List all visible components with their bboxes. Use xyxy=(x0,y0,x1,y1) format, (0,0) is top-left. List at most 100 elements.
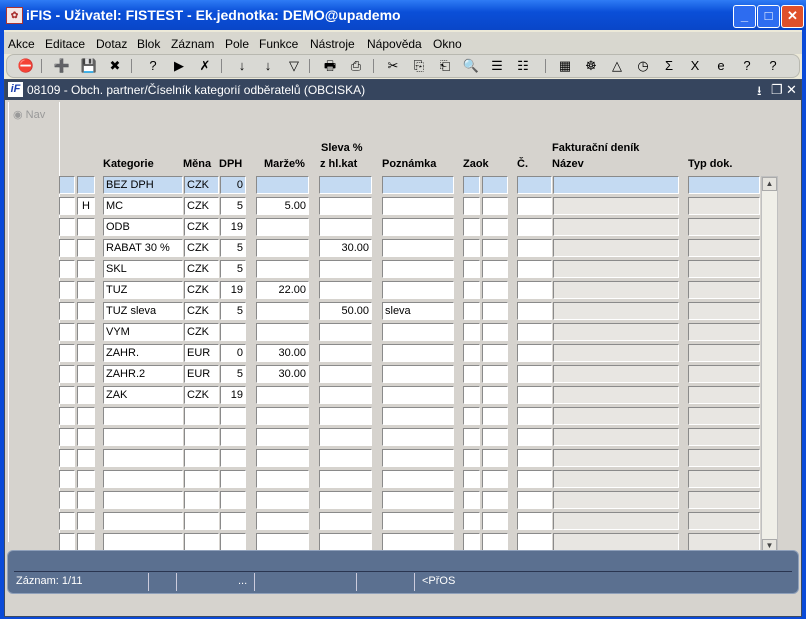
cell-c[interactable] xyxy=(517,407,552,425)
cell-nazev[interactable] xyxy=(553,260,679,278)
cell-zaok2[interactable] xyxy=(482,365,508,383)
cell-c[interactable] xyxy=(517,197,552,215)
cell-f1[interactable] xyxy=(59,386,75,404)
cell-dph[interactable]: 19 xyxy=(220,281,246,299)
cell-mena[interactable]: CZK xyxy=(184,386,219,404)
cell-zaok[interactable] xyxy=(463,365,480,383)
cell-kategorie[interactable]: RABAT 30 % xyxy=(103,239,183,257)
cell-poznamka[interactable] xyxy=(382,512,454,530)
cell-marze[interactable] xyxy=(256,302,309,320)
cell-sleva[interactable] xyxy=(319,386,372,404)
cell-c[interactable] xyxy=(517,281,552,299)
cell-f2[interactable] xyxy=(77,533,95,551)
sort-asc-icon[interactable]: ↓ xyxy=(233,57,251,75)
cell-marze[interactable] xyxy=(256,491,309,509)
cell-zaok[interactable] xyxy=(463,470,480,488)
cell-poznamka[interactable] xyxy=(382,428,454,446)
cell-dph[interactable]: 5 xyxy=(220,365,246,383)
cell-dph[interactable]: 5 xyxy=(220,239,246,257)
context-help-icon[interactable]: ? xyxy=(764,57,782,75)
clock-icon[interactable]: ◷ xyxy=(634,57,652,75)
cell-f2[interactable] xyxy=(77,323,95,341)
cell-f1[interactable] xyxy=(59,449,75,467)
cell-kategorie[interactable]: ZAK xyxy=(103,386,183,404)
cell-f2[interactable] xyxy=(77,428,95,446)
cell-zaok[interactable] xyxy=(463,449,480,467)
cell-marze[interactable] xyxy=(256,428,309,446)
cell-nazev[interactable] xyxy=(553,344,679,362)
scroll-up-icon[interactable]: ▲ xyxy=(762,177,777,191)
cell-mena[interactable]: CZK xyxy=(184,197,219,215)
cell-typ[interactable] xyxy=(688,428,760,446)
menu-1[interactable]: Editace xyxy=(45,37,85,51)
cell-poznamka[interactable] xyxy=(382,281,454,299)
find-icon[interactable]: 🔍 xyxy=(462,57,480,75)
cell-typ[interactable] xyxy=(688,407,760,425)
cell-zaok[interactable] xyxy=(463,197,480,215)
cell-dph[interactable]: 19 xyxy=(220,386,246,404)
cell-zaok2[interactable] xyxy=(482,197,508,215)
ie-icon[interactable]: e xyxy=(712,57,730,75)
cell-c[interactable] xyxy=(517,239,552,257)
cell-sleva[interactable] xyxy=(319,512,372,530)
cell-marze[interactable] xyxy=(256,239,309,257)
cell-f1[interactable] xyxy=(59,302,75,320)
cell-kategorie[interactable] xyxy=(103,407,183,425)
cell-dph[interactable]: 5 xyxy=(220,302,246,320)
vertical-scrollbar[interactable]: ▲ ▼ xyxy=(761,176,778,554)
save-icon[interactable]: 💾 xyxy=(80,57,98,75)
cell-marze[interactable] xyxy=(256,323,309,341)
cell-zaok[interactable] xyxy=(463,218,480,236)
cell-dph[interactable]: 0 xyxy=(220,344,246,362)
helm-icon[interactable]: ☸ xyxy=(582,57,600,75)
block-up-icon[interactable]: ☰ xyxy=(488,57,506,75)
cell-poznamka[interactable] xyxy=(382,260,454,278)
nav-radio[interactable]: ◉ Nav xyxy=(13,108,45,121)
cell-f1[interactable] xyxy=(59,260,75,278)
cell-f2[interactable] xyxy=(77,365,95,383)
cell-mena[interactable]: CZK xyxy=(184,239,219,257)
cell-sleva[interactable] xyxy=(319,197,372,215)
query-cancel-icon[interactable]: ✗ xyxy=(196,57,214,75)
cell-poznamka[interactable] xyxy=(382,365,454,383)
cell-c[interactable] xyxy=(517,512,552,530)
cell-poznamka[interactable] xyxy=(382,470,454,488)
cell-zaok2[interactable] xyxy=(482,218,508,236)
cell-nazev[interactable] xyxy=(553,533,679,551)
cell-kategorie[interactable] xyxy=(103,512,183,530)
cell-f2[interactable] xyxy=(77,449,95,467)
cell-c[interactable] xyxy=(517,533,552,551)
cell-marze[interactable] xyxy=(256,533,309,551)
cell-zaok2[interactable] xyxy=(482,512,508,530)
cell-zaok2[interactable] xyxy=(482,176,508,194)
cell-typ[interactable] xyxy=(688,197,760,215)
cell-f2[interactable] xyxy=(77,344,95,362)
cell-kategorie[interactable] xyxy=(103,533,183,551)
cell-f2[interactable] xyxy=(77,407,95,425)
cell-typ[interactable] xyxy=(688,260,760,278)
cell-kategorie[interactable]: TUZ sleva xyxy=(103,302,183,320)
cell-zaok[interactable] xyxy=(463,260,480,278)
cell-zaok2[interactable] xyxy=(482,260,508,278)
cell-zaok2[interactable] xyxy=(482,386,508,404)
menu-7[interactable]: Nástroje xyxy=(310,37,355,51)
cell-f2[interactable] xyxy=(77,512,95,530)
cell-f2[interactable]: H xyxy=(77,197,95,215)
cell-zaok2[interactable] xyxy=(482,407,508,425)
cell-kategorie[interactable]: BEZ DPH xyxy=(103,176,183,194)
cell-kategorie[interactable]: ODB xyxy=(103,218,183,236)
cell-typ[interactable] xyxy=(688,449,760,467)
cell-nazev[interactable] xyxy=(553,428,679,446)
cell-kategorie[interactable] xyxy=(103,428,183,446)
close-form-icon[interactable]: ✕ xyxy=(786,82,797,98)
cell-nazev[interactable] xyxy=(553,386,679,404)
cell-f1[interactable] xyxy=(59,281,75,299)
cell-f2[interactable] xyxy=(77,491,95,509)
cell-marze[interactable] xyxy=(256,218,309,236)
cell-dph[interactable] xyxy=(220,512,246,530)
copy-icon[interactable]: ⎘ xyxy=(410,57,428,75)
cell-marze[interactable] xyxy=(256,470,309,488)
cell-mena[interactable] xyxy=(184,512,219,530)
cell-mena[interactable]: EUR xyxy=(184,365,219,383)
cell-nazev[interactable] xyxy=(553,218,679,236)
